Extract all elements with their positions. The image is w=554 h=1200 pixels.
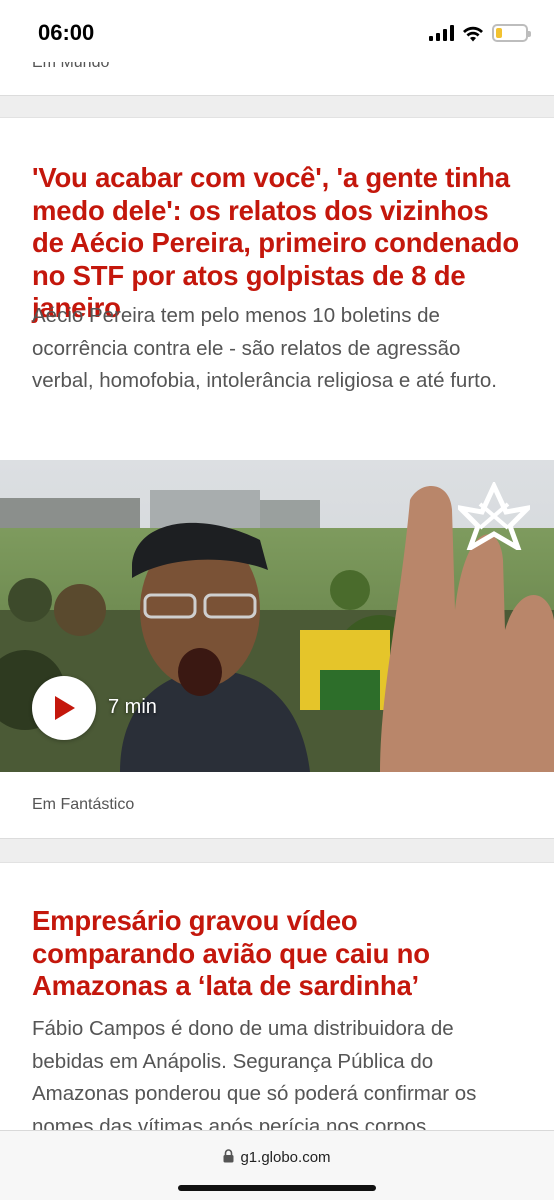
article-source[interactable]: Em Fantástico (32, 796, 134, 814)
screen: Em Mundo 06:00 'Vou acabar com você', 'a… (0, 0, 554, 1200)
signal-icon (429, 25, 454, 41)
video-thumbnail[interactable]: 7 min (0, 460, 554, 772)
wifi-icon (463, 26, 483, 41)
status-bar: 06:00 (0, 0, 554, 62)
status-time: 06:00 (38, 20, 95, 45)
play-icon (55, 696, 75, 720)
article-headline[interactable]: Empresário gravou vídeo comparando avião… (32, 905, 524, 1003)
url-display[interactable]: g1.globo.com (0, 1149, 554, 1166)
browser-address-bar[interactable]: g1.globo.com (0, 1130, 554, 1200)
battery-icon (492, 24, 531, 42)
video-duration: 7 min (108, 696, 157, 718)
article-card[interactable]: Empresário gravou vídeo comparando avião… (0, 862, 554, 1162)
play-button[interactable] (32, 676, 96, 740)
home-indicator[interactable] (178, 1185, 376, 1191)
url-text: g1.globo.com (240, 1149, 331, 1166)
fantastico-logo (458, 482, 530, 550)
article-summary: Fábio Campos é dono de uma distribuidora… (32, 1017, 477, 1138)
status-icons (429, 22, 531, 44)
lock-icon (223, 1149, 234, 1163)
article-summary: Aécio Pereira tem pelo menos 10 boletins… (32, 304, 497, 392)
article-card[interactable]: 'Vou acabar com você', 'a gente tinha me… (0, 117, 554, 839)
